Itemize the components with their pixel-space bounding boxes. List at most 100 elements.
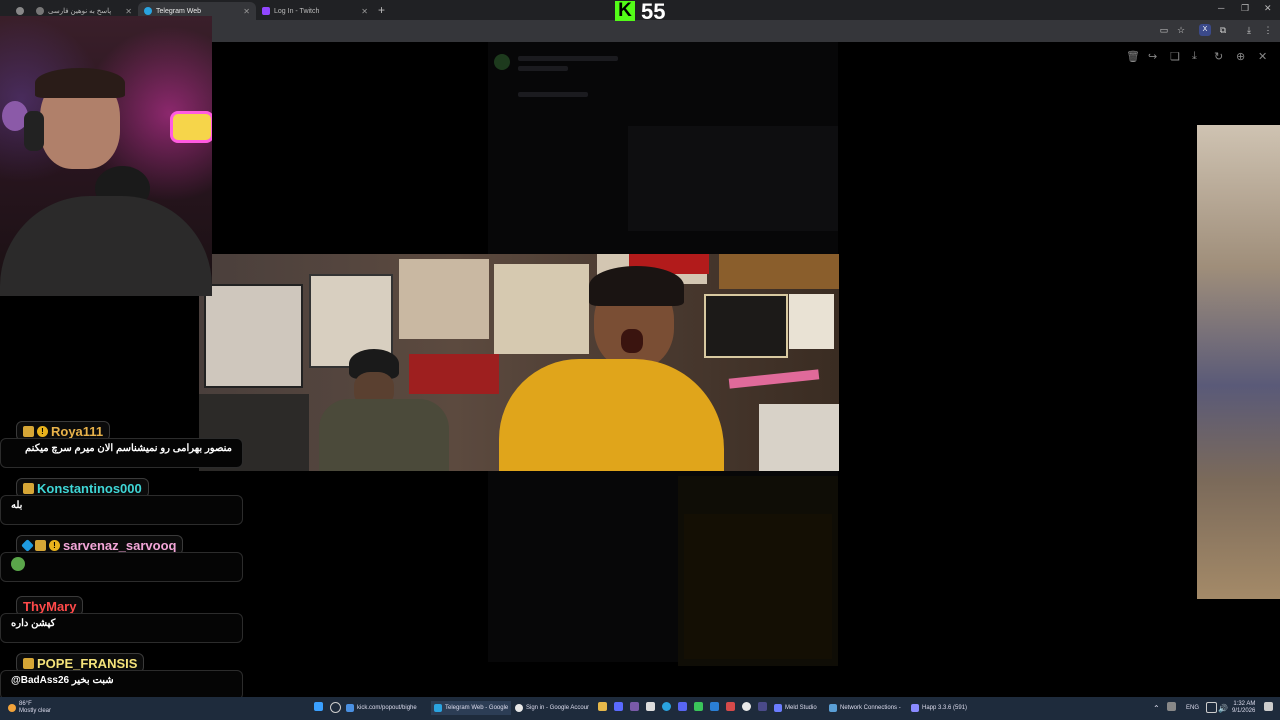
diamond-badge-icon [21,538,34,552]
main-photo [199,254,839,471]
network-tray-icon[interactable] [1206,702,1217,713]
zoom-icon[interactable]: ⊕ [1236,50,1245,63]
app-icon[interactable] [694,702,703,711]
clock-time: 1:32 AM [1233,701,1256,707]
taskbar-item-telegram[interactable]: Telegram Web - Google [431,701,512,715]
taskbar-item-label: kick.com/popout/bighe [357,705,417,711]
extension-icon[interactable]: X [1199,24,1211,36]
new-tab-button[interactable]: + [378,3,385,17]
taskbar-item-network[interactable]: Network Connections - [829,701,901,715]
language-indicator[interactable]: ENG [1186,701,1199,715]
cast-icon[interactable]: ▭ [1158,24,1170,36]
close-icon[interactable]: ✕ [1258,50,1267,63]
happ-icon [911,704,919,712]
streamer-webcam [0,16,212,296]
streamer-hair [35,68,125,98]
chat-message: بله [0,495,243,525]
kick-logo-icon: K [615,1,635,21]
taskbar-item-label: Meld Studio [785,705,817,711]
badge-icon [23,657,34,669]
taskbar-item-meld[interactable]: Meld Studio [774,701,817,715]
chat-message-text: @BadAss26 شبت بخیر [11,675,114,686]
minimize-button[interactable]: ─ [1218,3,1224,13]
obs-icon[interactable] [742,702,751,711]
headphone-icon [24,111,44,151]
badge-icon [23,482,34,494]
dimmed-image-thumbnail [678,476,838,666]
windows-taskbar [0,697,1280,720]
tab-twitch[interactable]: Log In - Twitch ✕ [256,2,374,20]
dimmed-subtitle [518,66,568,71]
maximize-button[interactable]: ❐ [1241,3,1249,14]
trash-icon[interactable]: 🗑 [1126,50,1140,63]
taskbar-item-label: Telegram Web - Google [445,705,509,711]
chat-message [0,552,243,582]
clock[interactable]: 1:32 AM 9/1/2026 [1232,701,1255,715]
badge-icon [23,425,34,437]
discord-icon[interactable] [678,702,687,711]
chat-user-label: sarvenaz_sarvooq [63,537,177,553]
tray-chevron-icon[interactable]: ⌃ [1153,701,1160,715]
taskbar-item-label: Happ 3.3.6 (591) [922,705,968,711]
notification-icon[interactable] [1264,702,1273,711]
search-icon[interactable] [330,702,341,713]
app-icon[interactable] [710,702,719,711]
chat-user-label: POPE_FRANSIS [37,655,138,671]
weather-moon-icon [8,704,16,712]
tab-label: پاسخ به نوهین فارسی [48,8,112,15]
menu-kebab-icon[interactable]: ⋮ [1262,24,1274,36]
extensions-puzzle-icon[interactable]: ⧉ [1217,24,1229,36]
telegram-icon[interactable] [662,702,671,711]
folder-icon[interactable] [598,702,607,711]
next-photo-preview[interactable] [1197,125,1280,599]
chrome-icon [16,7,24,15]
clock-date: 9/1/2026 [1232,708,1256,714]
start-windows-icon[interactable] [314,702,323,711]
taskbar-item-kick[interactable]: kick.com/popout/bighe [346,701,417,715]
app-icon[interactable] [614,702,623,711]
weather-temp: 86°F [19,701,32,707]
sub-badge-icon: ! [49,539,60,551]
meld-studio-icon [774,704,782,712]
close-icon[interactable]: ✕ [243,7,250,16]
page-favicon-icon [36,7,44,15]
sub-badge-icon: ! [37,425,48,437]
chat-message: کپشن داره [0,613,243,643]
tab-label: Telegram Web [156,7,202,15]
bookmark-star-icon[interactable]: ☆ [1175,24,1187,36]
app-icon[interactable] [758,702,767,711]
chrome-icon [434,704,442,712]
download-icon[interactable]: ⤓ [1192,50,1197,63]
rotate-icon[interactable]: ↻ [1214,50,1223,63]
app-icon[interactable] [646,702,655,711]
weather-widget[interactable]: 86°F Mostly clear [8,701,51,715]
tray-app-icon[interactable] [1167,702,1176,711]
badge-icon [35,539,46,551]
google-icon [515,704,523,712]
frog-emote-icon [11,557,25,571]
dimmed-video-thumbnail [628,126,838,231]
chat-message: منصور بهرامی رو نمیشناسم الان میرم سرچ م… [0,438,243,468]
volume-icon[interactable]: 🔊 [1218,701,1228,715]
download-icon[interactable]: ⤓ [1243,24,1255,36]
app-icon[interactable] [726,702,735,711]
telegram-icon [144,7,152,15]
chat-message: @BadAss26 شبت بخیر [0,670,243,700]
chat-user-label: Roya111 [51,423,104,439]
tab-label: Log In - Twitch [274,7,320,15]
neon-sign [170,111,212,143]
viewer-count: 55 [641,0,666,24]
close-icon[interactable]: ✕ [361,7,368,16]
chat-avatar [494,54,510,70]
taskbar-item-label: Network Connections - [840,705,901,711]
dimmed-title [518,56,618,61]
taskbar-item-happ[interactable]: Happ 3.3.6 (591) [911,701,967,715]
network-icon [829,704,837,712]
close-icon[interactable]: ✕ [125,7,132,16]
forward-icon[interactable]: ↪ [1148,50,1157,63]
app-icon[interactable] [630,702,639,711]
copy-icon[interactable]: ❏ [1170,50,1180,63]
weather-text: Mostly clear [19,708,52,714]
taskbar-item-google-signin[interactable]: Sign in - Google Accour [515,701,589,715]
close-window-button[interactable]: ✕ [1264,3,1272,14]
